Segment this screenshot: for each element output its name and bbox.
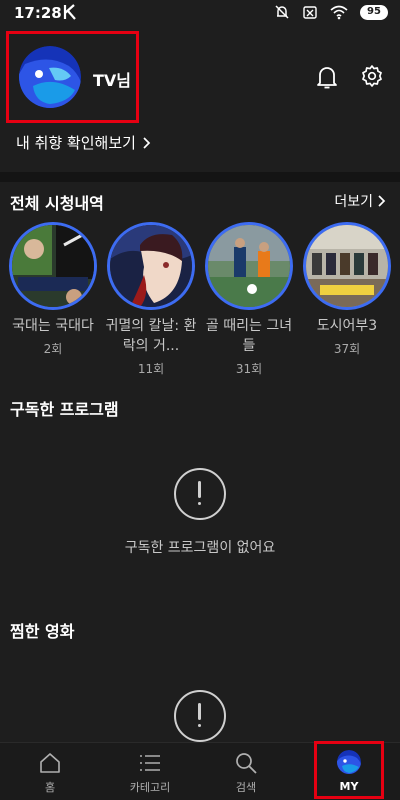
- nav-label: 검색: [235, 781, 257, 794]
- profile-avatar[interactable]: [19, 46, 81, 108]
- history-item-title: 국대는 국대다: [12, 318, 94, 334]
- history-item-count: 11회: [137, 362, 165, 376]
- my-page: 17:28 95 TV님 내 취향 확인해보기 전체 시청내역 더보기 국대는 …: [0, 0, 400, 800]
- wifi-icon: [330, 5, 348, 20]
- history-item[interactable]: 귀멸의 칼날: 환락의 거... 11회: [105, 222, 197, 377]
- history-item[interactable]: 도시어부3 37회: [301, 222, 393, 357]
- nav-my[interactable]: MY: [314, 741, 384, 799]
- profile-avatar-icon: [337, 750, 361, 774]
- history-item-count: 2회: [43, 342, 63, 356]
- nav-category[interactable]: 카테고리: [100, 743, 200, 800]
- nav-home[interactable]: 홈: [0, 743, 100, 800]
- search-icon: [236, 753, 257, 774]
- history-item[interactable]: 골 때리는 그녀들 31회: [203, 222, 295, 377]
- history-thumbnail[interactable]: [303, 222, 391, 310]
- history-thumbnail-image: [306, 225, 388, 307]
- battery-icon: 95: [360, 4, 388, 20]
- history-thumbnail-image: [12, 225, 94, 307]
- no-sim-icon: [303, 6, 317, 19]
- home-icon: [40, 753, 60, 773]
- history-more-label: 더보기: [334, 194, 373, 210]
- bell-icon[interactable]: [315, 64, 339, 90]
- history-thumbnail[interactable]: [107, 222, 195, 310]
- history-item-title: 골 때리는 그녀들: [205, 318, 293, 354]
- taste-check-link[interactable]: 내 취향 확인해보기: [16, 132, 151, 153]
- mute-icon: [275, 5, 289, 19]
- profile-header[interactable]: TV님: [6, 31, 139, 123]
- profile-avatar-icon: [19, 46, 81, 108]
- app-k-icon: [63, 4, 76, 20]
- history-thumbnail-image: [110, 225, 192, 307]
- menu-icon: [140, 755, 160, 771]
- nav-label: 홈: [44, 781, 56, 794]
- nav-label: MY: [339, 780, 359, 793]
- subscriptions-empty-message: 구독한 프로그램이 없어요: [124, 540, 276, 556]
- chevron-right-icon: [143, 136, 151, 149]
- history-thumbnail-image: [208, 225, 290, 307]
- status-icons: 95: [274, 4, 388, 20]
- section-divider: [0, 172, 400, 182]
- empty-alert-icon: [174, 690, 226, 742]
- subscriptions-title: 구독한 프로그램: [10, 400, 119, 419]
- history-thumbnail[interactable]: [205, 222, 293, 310]
- history-item-title: 귀멸의 칼날: 환락의 거...: [105, 318, 197, 354]
- history-title: 전체 시청내역: [10, 194, 104, 213]
- history-item-count: 37회: [333, 342, 361, 356]
- status-bar: 17:28 95: [0, 0, 400, 26]
- nav-search[interactable]: 검색: [196, 743, 296, 800]
- history-thumbnail[interactable]: [9, 222, 97, 310]
- empty-alert-icon: [174, 468, 226, 520]
- history-list: 국대는 국대다 2회 귀멸의 칼날: 환락의 거... 11회 골 때리는 그녀…: [0, 222, 400, 382]
- history-item-count: 31회: [235, 362, 263, 376]
- favorites-title: 찜한 영화: [10, 622, 75, 641]
- chevron-right-icon: [378, 195, 386, 207]
- history-item-title: 도시어부3: [316, 318, 378, 334]
- bottom-nav: 홈 카테고리 검색 MY: [0, 741, 400, 800]
- history-item[interactable]: 국대는 국대다 2회: [7, 222, 99, 357]
- nav-label: 카테고리: [129, 781, 171, 794]
- status-time: 17:28: [14, 4, 62, 22]
- profile-name[interactable]: TV님: [93, 67, 131, 91]
- history-more-link[interactable]: 더보기: [334, 191, 386, 211]
- taste-check-label: 내 취향 확인해보기: [16, 134, 136, 152]
- gear-icon[interactable]: [360, 64, 384, 88]
